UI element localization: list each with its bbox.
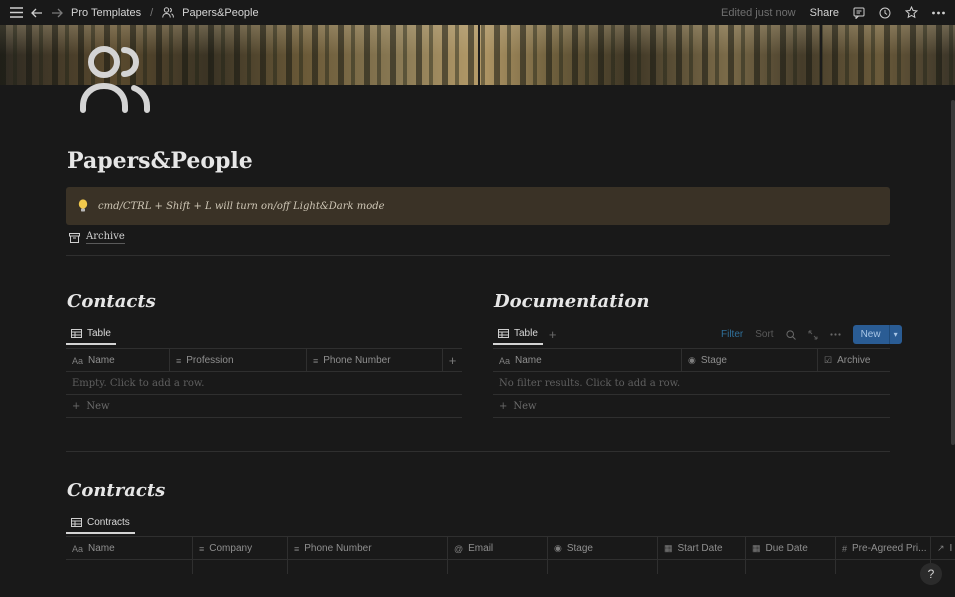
text-type-icon: Aa: [72, 543, 84, 554]
divider: [66, 451, 890, 452]
column-header-phone[interactable]: ≡ Phone Number: [307, 349, 443, 372]
text-lines-icon: ≡: [313, 355, 319, 366]
tab-label: Contracts: [87, 516, 130, 528]
divider: [66, 255, 890, 256]
breadcrumb-parent[interactable]: Pro Templates: [71, 7, 141, 19]
back-arrow-icon[interactable]: [31, 8, 43, 18]
column-header-company[interactable]: ≡ Company: [193, 537, 288, 560]
text-lines-icon: ≡: [294, 543, 300, 554]
table-icon: [71, 328, 82, 338]
column-header-relation[interactable]: ↗ I: [931, 537, 955, 560]
column-header-email[interactable]: @ Email: [448, 537, 548, 560]
more-icon[interactable]: [932, 11, 945, 15]
status-icon: ◉: [688, 355, 696, 365]
contacts-tab-table[interactable]: Table: [66, 323, 116, 345]
new-row-button[interactable]: + New: [66, 395, 462, 418]
archive-label: Archive: [86, 231, 125, 244]
new-row-button[interactable]: + New: [493, 395, 890, 418]
documentation-header-row: Aa Name ◉ Stage ☑ Archive: [493, 349, 890, 372]
star-icon[interactable]: [905, 6, 918, 19]
documentation-toolbar: Filter Sort New ▾: [721, 325, 902, 344]
page-people-icon[interactable]: [78, 40, 154, 116]
contracts-table: Aa Name ≡ Company ≡ Phone Number @ Email ◉ St…: [66, 536, 955, 574]
text-lines-icon: ≡: [176, 355, 182, 366]
comment-icon[interactable]: [853, 7, 865, 19]
menu-icon[interactable]: [10, 7, 23, 18]
contracts-heading[interactable]: Contracts: [67, 480, 165, 501]
callout[interactable]: cmd/CTRL + Shift + L will turn on/off Li…: [66, 187, 890, 225]
add-column-button[interactable]: +: [443, 349, 462, 372]
contacts-tabs: Table: [66, 323, 116, 345]
column-header-name[interactable]: Aa Name: [493, 349, 682, 372]
plus-icon: +: [499, 400, 508, 412]
breadcrumb-separator: /: [150, 6, 154, 19]
column-header-pre-agreed-price[interactable]: # Pre-Agreed Pri...: [836, 537, 931, 560]
top-bar: Pro Templates / Papers&People Edited jus…: [0, 0, 955, 25]
column-header-profession[interactable]: ≡ Profession: [170, 349, 307, 372]
column-header-name[interactable]: Aa Name: [66, 349, 170, 372]
contracts-tabs: Contracts: [66, 512, 135, 534]
filter-button[interactable]: Filter: [721, 329, 743, 340]
column-header-stage[interactable]: ◉ Stage: [682, 349, 818, 372]
edited-status: Edited just now: [721, 6, 796, 19]
documentation-tabs: Table +: [493, 323, 557, 345]
search-icon[interactable]: [785, 329, 796, 340]
chevron-down-icon[interactable]: ▾: [888, 325, 902, 344]
callout-text: cmd/CTRL + Shift + L will turn on/off Li…: [98, 200, 385, 212]
documentation-heading[interactable]: Documentation: [494, 291, 649, 312]
archive-box-icon: [69, 232, 80, 243]
column-header-archive[interactable]: ☑ Archive: [818, 349, 890, 372]
checkbox-icon: ☑: [824, 355, 833, 365]
archive-link[interactable]: Archive: [69, 231, 125, 244]
text-type-icon: Aa: [499, 355, 511, 366]
contacts-header-row: Aa Name ≡ Profession ≡ Phone Number +: [66, 349, 462, 372]
add-view-button[interactable]: +: [549, 327, 557, 342]
documentation-tab-table[interactable]: Table: [493, 323, 543, 345]
plus-icon: +: [72, 400, 81, 412]
column-header-name[interactable]: Aa Name: [66, 537, 193, 560]
help-button[interactable]: ?: [920, 563, 942, 585]
expand-icon[interactable]: [808, 330, 818, 340]
at-icon: @: [454, 543, 464, 554]
contacts-heading[interactable]: Contacts: [67, 291, 156, 312]
text-type-icon: Aa: [72, 355, 84, 366]
column-header-stage[interactable]: ◉ Stage: [548, 537, 658, 560]
forward-arrow-icon[interactable]: [51, 8, 63, 18]
scrollbar[interactable]: [951, 100, 955, 445]
table-icon: [498, 328, 509, 338]
new-button-label[interactable]: New: [853, 325, 889, 344]
contracts-tab[interactable]: Contracts: [66, 512, 135, 534]
table-icon: [71, 517, 82, 527]
new-entry-button[interactable]: New ▾: [852, 325, 902, 344]
column-header-due-date[interactable]: ▦ Due Date: [746, 537, 836, 560]
more-icon[interactable]: [829, 333, 841, 336]
share-button[interactable]: Share: [810, 7, 839, 19]
table-row[interactable]: [66, 560, 955, 574]
status-icon: ◉: [554, 543, 562, 553]
calendar-icon: ▦: [752, 543, 761, 553]
column-header-start-date[interactable]: ▦ Start Date: [658, 537, 746, 560]
arrow-up-right-icon: ↗: [937, 543, 945, 553]
calendar-icon: ▦: [664, 543, 673, 553]
lightbulb-icon: [78, 199, 88, 213]
contacts-table: Aa Name ≡ Profession ≡ Phone Number + Empty…: [66, 348, 462, 418]
people-icon: [162, 7, 175, 18]
empty-row[interactable]: Empty. Click to add a row.: [66, 372, 462, 395]
page-title[interactable]: Papers&People: [67, 148, 253, 174]
clock-icon[interactable]: [879, 7, 891, 19]
tab-label: Table: [514, 327, 538, 339]
text-lines-icon: ≡: [199, 543, 205, 554]
number-icon: #: [842, 543, 848, 554]
empty-row[interactable]: No filter results. Click to add a row.: [493, 372, 890, 395]
documentation-table: Aa Name ◉ Stage ☑ Archive No filter results…: [493, 348, 890, 418]
column-header-phone[interactable]: ≡ Phone Number: [288, 537, 448, 560]
breadcrumb-current[interactable]: Papers&People: [182, 7, 258, 19]
contracts-header-row: Aa Name ≡ Company ≡ Phone Number @ Email ◉ St…: [66, 537, 955, 560]
tab-label: Table: [87, 327, 111, 339]
sort-button[interactable]: Sort: [755, 329, 773, 340]
